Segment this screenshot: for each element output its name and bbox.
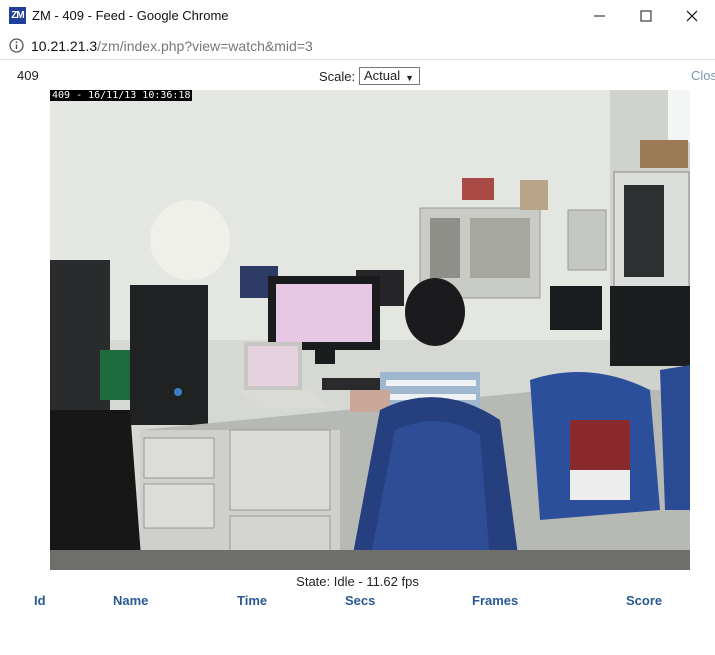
minimize-button[interactable] (577, 0, 623, 32)
window-titlebar: ZM ZM - 409 - Feed - Google Chrome (0, 0, 715, 32)
scale-select[interactable]: Actual ▼ (359, 67, 420, 85)
state-label: State: (296, 574, 331, 589)
close-icon (686, 10, 698, 22)
scale-select-value: Actual (364, 68, 401, 83)
monitor-state: State: Idle - 11.62 fps (0, 574, 715, 589)
close-link[interactable]: Close (691, 68, 715, 83)
monitor-name: 409 (17, 68, 39, 83)
column-header-time[interactable]: Time (237, 593, 267, 608)
minimize-icon (594, 15, 605, 17)
state-separator: - (358, 574, 363, 589)
column-header-id[interactable]: Id (34, 593, 46, 608)
close-window-button[interactable] (669, 0, 715, 32)
maximize-button[interactable] (623, 0, 669, 32)
column-header-secs[interactable]: Secs (345, 593, 375, 608)
window-title: ZM - 409 - Feed - Google Chrome (32, 8, 229, 23)
url-path: /zm/index.php?view=watch&mid=3 (97, 38, 313, 54)
chevron-down-icon: ▼ (405, 73, 414, 83)
info-circle-icon[interactable] (9, 38, 24, 53)
feed-timestamp-overlay: 409 - 16/11/13 10:36:18 (50, 90, 193, 101)
fps-value: 11.62 fps (366, 574, 419, 589)
column-header-name[interactable]: Name (113, 593, 148, 608)
maximize-icon (640, 10, 652, 22)
column-header-score[interactable]: Score (626, 593, 662, 608)
zoneminder-logo-icon: ZM (9, 7, 26, 24)
camera-feed-image (50, 90, 690, 570)
address-bar[interactable]: 10.21.21.3/zm/index.php?view=watch&mid=3 (0, 32, 715, 60)
scale-label: Scale: (319, 69, 356, 84)
camera-feed: 409 - 16/11/13 10:36:18 (50, 90, 690, 570)
column-header-frames[interactable]: Frames (472, 593, 518, 608)
state-value: Idle (333, 574, 355, 589)
url-host: 10.21.21.3 (31, 38, 98, 54)
url-text[interactable]: 10.21.21.3/zm/index.php?view=watch&mid=3 (31, 38, 313, 54)
